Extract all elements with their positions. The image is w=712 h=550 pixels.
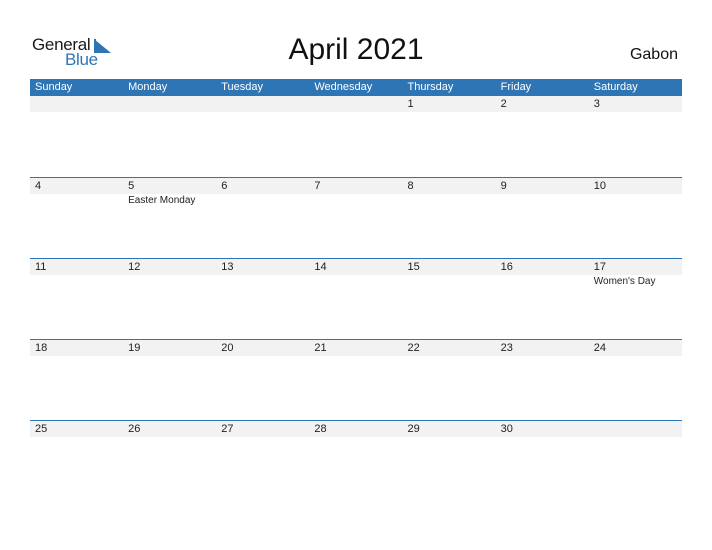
week-row: 4 5 Easter Monday 6 7 8 9 10 xyxy=(30,177,682,258)
day-cell: 3 xyxy=(589,96,682,112)
day-number: 7 xyxy=(314,180,321,192)
day-cell: 29 xyxy=(403,421,496,437)
day-number: 12 xyxy=(128,261,141,273)
week-row: 11 12 13 14 15 16 17 Women's Day xyxy=(30,258,682,339)
day-cell: 26 xyxy=(123,421,216,437)
day-cell: 7 xyxy=(309,178,402,207)
day-number: 1 xyxy=(407,98,414,110)
day-cell: 2 xyxy=(496,96,589,112)
week-cells: 1 2 3 xyxy=(30,96,682,112)
page-title: April 2021 xyxy=(288,33,424,66)
day-cell: 12 xyxy=(123,259,216,288)
day-cell: 18 xyxy=(30,340,123,356)
day-number: 14 xyxy=(314,261,327,273)
day-number xyxy=(128,96,216,112)
day-number: 17 xyxy=(593,261,606,273)
weekday-tuesday: Tuesday xyxy=(221,81,264,93)
day-number: 19 xyxy=(128,342,141,354)
day-number xyxy=(314,96,402,112)
day-cell: 14 xyxy=(309,259,402,288)
day-cell: 27 xyxy=(216,421,309,437)
day-number: 15 xyxy=(407,261,420,273)
day-cell xyxy=(589,421,682,437)
day-number: 18 xyxy=(35,342,48,354)
holiday-label: Women's Day xyxy=(593,276,656,287)
day-number: 25 xyxy=(35,423,48,435)
day-cell xyxy=(309,96,402,112)
holiday-label: Easter Monday xyxy=(128,195,196,206)
day-number: 26 xyxy=(128,423,141,435)
day-cell: 30 xyxy=(496,421,589,437)
week-cells: 11 12 13 14 15 16 17 Women's Day xyxy=(30,259,682,288)
day-cell: 9 xyxy=(496,178,589,207)
weekday-header: Sunday Monday Tuesday Wednesday Thursday… xyxy=(30,79,682,96)
day-number: 9 xyxy=(500,180,507,192)
day-number xyxy=(35,96,123,112)
day-number: 24 xyxy=(593,342,606,354)
day-cell: 22 xyxy=(403,340,496,356)
weekday-friday: Friday xyxy=(500,81,532,93)
country-label: Gabon xyxy=(629,46,678,63)
day-cell xyxy=(216,96,309,112)
day-number: 3 xyxy=(593,98,600,110)
day-cell: 24 xyxy=(589,340,682,356)
calendar-grid: Sunday Monday Tuesday Wednesday Thursday… xyxy=(30,79,682,501)
day-cell xyxy=(30,96,123,112)
day-cell: 1 xyxy=(403,96,496,112)
day-cell: 15 xyxy=(403,259,496,288)
day-number: 22 xyxy=(407,342,420,354)
day-cell: 16 xyxy=(496,259,589,288)
day-number: 13 xyxy=(221,261,234,273)
day-number: 28 xyxy=(314,423,327,435)
weekday-saturday: Saturday xyxy=(593,81,638,93)
day-number: 5 xyxy=(128,180,135,192)
day-cell: 17 Women's Day xyxy=(589,259,682,288)
weekday-sunday: Sunday xyxy=(35,81,73,93)
day-number: 2 xyxy=(500,98,507,110)
day-number: 8 xyxy=(407,180,414,192)
weekday-wednesday: Wednesday xyxy=(314,81,373,93)
day-number: 20 xyxy=(221,342,234,354)
day-cell: 10 xyxy=(589,178,682,207)
week-cells: 4 5 Easter Monday 6 7 8 9 10 xyxy=(30,178,682,207)
day-cell: 13 xyxy=(216,259,309,288)
weeks-container: 1 2 3 4 5 Easter Monday 6 7 8 9 10 11 12 13 14 15 16 17 Wo… xyxy=(30,96,682,501)
weekday-thursday: Thursday xyxy=(407,81,454,93)
week-cells: 25 26 27 28 29 30 xyxy=(30,421,682,437)
day-number: 6 xyxy=(221,180,228,192)
day-number: 27 xyxy=(221,423,234,435)
day-cell: 11 xyxy=(30,259,123,288)
weekday-monday: Monday xyxy=(128,81,168,93)
day-cell: 28 xyxy=(309,421,402,437)
day-cell: 23 xyxy=(496,340,589,356)
day-cell: 6 xyxy=(216,178,309,207)
day-number: 10 xyxy=(593,180,606,192)
week-cells: 18 19 20 21 22 23 24 xyxy=(30,340,682,356)
day-cell xyxy=(123,96,216,112)
day-number xyxy=(221,96,309,112)
day-number: 4 xyxy=(35,180,42,192)
day-number xyxy=(594,421,682,437)
day-number: 30 xyxy=(500,423,513,435)
day-cell: 4 xyxy=(30,178,123,207)
week-row: 25 26 27 28 29 30 xyxy=(30,420,682,501)
day-number: 29 xyxy=(407,423,420,435)
day-cell: 5 Easter Monday xyxy=(123,178,216,207)
day-number: 23 xyxy=(500,342,513,354)
week-row: 18 19 20 21 22 23 24 xyxy=(30,339,682,420)
day-cell: 8 xyxy=(403,178,496,207)
day-cell: 21 xyxy=(309,340,402,356)
day-cell: 19 xyxy=(123,340,216,356)
day-number: 11 xyxy=(35,261,47,273)
week-row: 1 2 3 xyxy=(30,96,682,177)
day-cell: 20 xyxy=(216,340,309,356)
day-cell: 25 xyxy=(30,421,123,437)
day-number: 21 xyxy=(314,342,327,354)
day-number: 16 xyxy=(500,261,513,273)
